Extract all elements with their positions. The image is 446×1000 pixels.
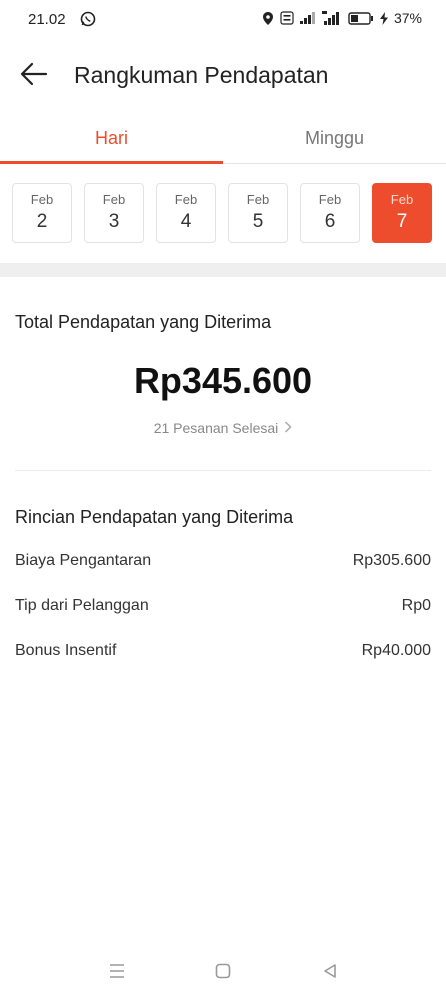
system-back-button[interactable]: [318, 961, 342, 985]
home-button[interactable]: [211, 961, 235, 985]
back-button[interactable]: [16, 58, 52, 94]
date-chip-feb-3[interactable]: Feb 3: [84, 183, 144, 243]
status-icons: 37%: [262, 10, 422, 26]
date-day: 3: [108, 211, 120, 232]
4g-signal-icon: [321, 11, 342, 25]
detail-label: Tip dari Pelanggan: [15, 597, 149, 614]
page-title: Rangkuman Pendapatan: [74, 62, 329, 88]
date-chip-feb-6[interactable]: Feb 6: [300, 183, 360, 243]
completed-orders-link[interactable]: 21 Pesanan Selesai: [0, 420, 446, 436]
tab-bar: Hari Minggu: [0, 112, 446, 164]
date-chip-feb-5[interactable]: Feb 5: [228, 183, 288, 243]
date-month: Feb: [102, 192, 126, 207]
menu-icon: [108, 963, 126, 984]
system-nav-bar: [0, 955, 446, 991]
date-month: Feb: [246, 192, 270, 207]
signal-icon: [299, 12, 316, 24]
date-chip-feb-7[interactable]: Feb 7: [372, 183, 432, 243]
date-month: Feb: [174, 192, 198, 207]
date-month: Feb: [30, 192, 54, 207]
date-selector: Feb 2 Feb 3 Feb 4 Feb 5 Feb 6 Feb 7: [12, 183, 434, 243]
location-icon: [262, 11, 274, 26]
date-chip-feb-4[interactable]: Feb 4: [156, 183, 216, 243]
status-time: 21.02: [28, 11, 66, 28]
chevron-right-icon: [284, 420, 292, 436]
arrow-left-icon: [20, 62, 48, 91]
date-month: Feb: [318, 192, 342, 207]
whatsapp-icon: [80, 11, 96, 27]
tab-day[interactable]: Hari: [0, 112, 223, 164]
battery-percent: 37%: [393, 10, 422, 26]
battery-icon: [348, 11, 374, 25]
date-chip-feb-2[interactable]: Feb 2: [12, 183, 72, 243]
earnings-details-title: Rincian Pendapatan yang Diterima: [15, 507, 294, 527]
detail-label: Bonus Insentif: [15, 642, 117, 659]
detail-value: Rp305.600: [352, 552, 431, 569]
total-earnings-title: Total Pendapatan yang Diterima: [15, 312, 272, 332]
completed-orders-label: 21 Pesanan Selesai: [153, 420, 279, 436]
detail-value: Rp40.000: [361, 642, 431, 659]
divider: [15, 470, 431, 471]
date-day: 5: [252, 211, 264, 232]
section-divider: [0, 263, 446, 277]
active-tab-indicator: [0, 161, 223, 164]
status-bar: 21.02 37%: [0, 0, 446, 40]
square-icon: [215, 963, 231, 984]
detail-label: Biaya Pengantaran: [15, 552, 152, 569]
app-bar: Rangkuman Pendapatan: [0, 40, 446, 112]
volte-icon: [280, 11, 294, 25]
triangle-back-icon: [322, 963, 338, 984]
date-day: 2: [36, 211, 48, 232]
detail-row-delivery-fee: Biaya Pengantaran Rp305.600: [15, 552, 431, 570]
date-day: 7: [396, 211, 408, 232]
date-month: Feb: [390, 192, 414, 207]
date-day: 6: [324, 211, 336, 232]
charging-icon: [379, 11, 388, 25]
recent-apps-button[interactable]: [105, 961, 129, 985]
detail-row-incentive-bonus: Bonus Insentif Rp40.000: [15, 642, 431, 660]
tab-week[interactable]: Minggu: [223, 112, 446, 164]
detail-value: Rp0: [401, 597, 431, 614]
detail-row-customer-tip: Tip dari Pelanggan Rp0: [15, 597, 431, 615]
date-day: 4: [180, 211, 192, 232]
total-earnings-amount: Rp345.600: [133, 360, 313, 401]
